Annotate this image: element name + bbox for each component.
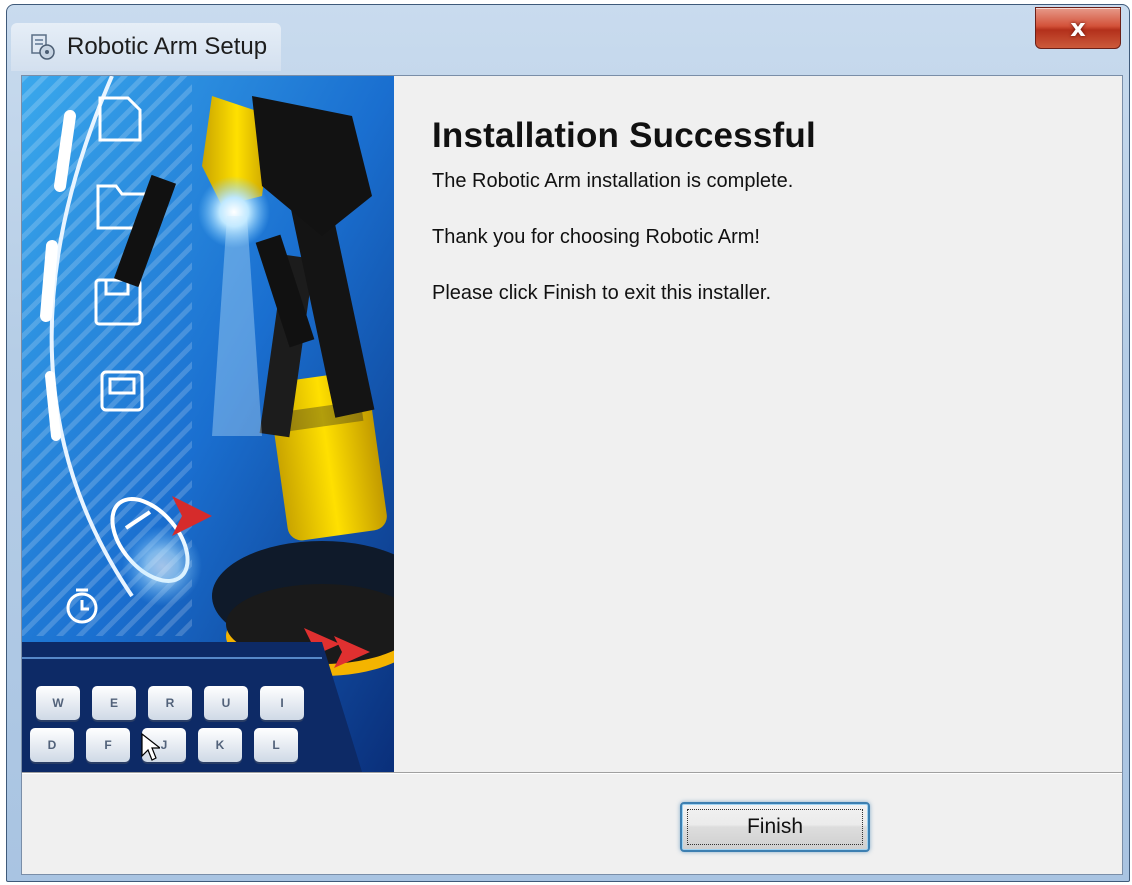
title-bar[interactable]: Robotic Arm Setup x xyxy=(7,5,1129,77)
banner-key: L xyxy=(254,728,298,762)
close-icon: x xyxy=(1070,14,1086,42)
banner-key: F xyxy=(86,728,130,762)
close-button[interactable]: x xyxy=(1035,7,1121,49)
finish-button[interactable]: Finish xyxy=(680,802,870,852)
footer-divider xyxy=(22,772,1122,774)
key-row-1: W E R U I xyxy=(36,686,304,720)
wizard-page: W E R U I D F J K L Installation Success… xyxy=(22,76,1122,772)
mouse-cursor-icon xyxy=(141,732,160,761)
banner-keyboard: W E R U I D F J K L xyxy=(22,676,394,772)
banner-key: E xyxy=(92,686,136,720)
banner-key: K xyxy=(198,728,242,762)
key-row-2: D F J K L xyxy=(30,728,298,762)
banner-key: U xyxy=(204,686,248,720)
completion-message: Installation Successful The Robotic Arm … xyxy=(432,116,1102,338)
message-line-thanks: Thank you for choosing Robotic Arm! xyxy=(432,226,760,248)
banner-key: R xyxy=(148,686,192,720)
message-line-instructions: Please click Finish to exit this install… xyxy=(432,282,772,304)
message-line-complete: The Robotic Arm installation is complete… xyxy=(432,170,794,192)
finish-button-label: Finish xyxy=(746,815,804,838)
banner-key: W xyxy=(36,686,80,720)
window-title: Robotic Arm Setup xyxy=(67,33,268,60)
page-title: Installation Successful xyxy=(432,116,816,155)
banner-key: I xyxy=(260,686,304,720)
installer-icon xyxy=(31,34,55,60)
title-tab: Robotic Arm Setup xyxy=(11,23,282,71)
wizard-banner-image xyxy=(22,76,394,772)
wizard-client-area: W E R U I D F J K L Installation Success… xyxy=(21,75,1123,875)
banner-key: D xyxy=(30,728,74,762)
setup-window: Robotic Arm Setup x W E R U I D F J K L … xyxy=(6,4,1130,882)
